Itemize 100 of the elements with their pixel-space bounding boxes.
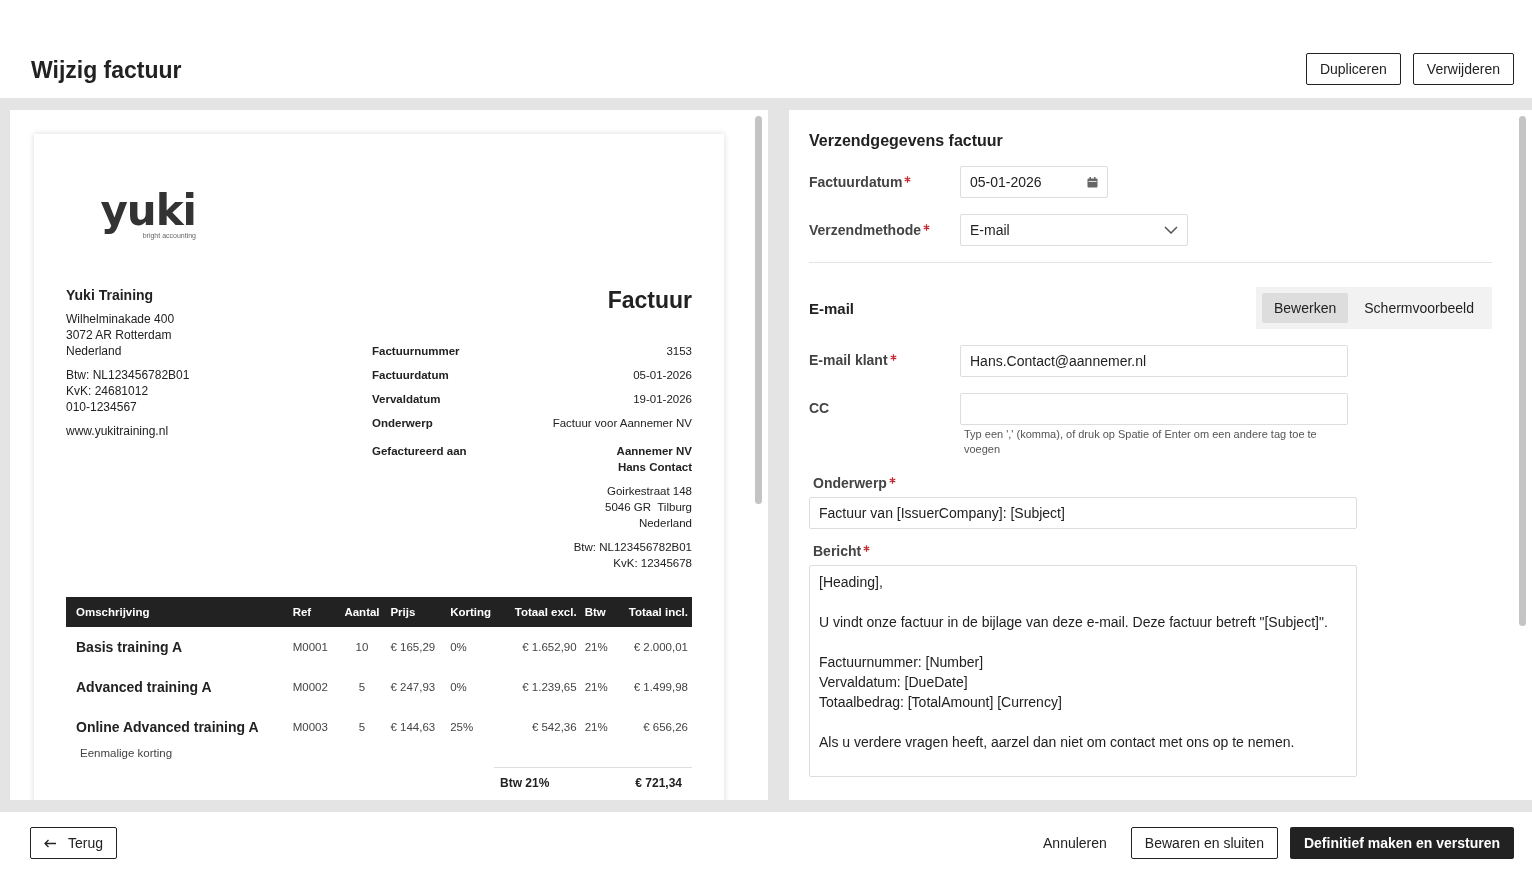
message-line: Vervaldatum: [DueDate] [819, 673, 969, 692]
table-cell-text: € 144,63 [389, 720, 437, 735]
table-cell: € 165,29 [386, 627, 447, 667]
tab[interactable]: Bewerken [1262, 293, 1349, 323]
total-label: Btw 21% [500, 776, 550, 790]
table-cell: M0001 [288, 627, 338, 667]
header-button[interactable]: Dupliceren [1305, 53, 1401, 85]
required-icon [889, 354, 897, 361]
meta-value: 3153 [666, 344, 692, 359]
input-field[interactable] [960, 393, 1348, 425]
table-cell-text: M0002 [291, 680, 329, 695]
required-icon [923, 224, 931, 231]
input-field[interactable]: Hans.Contact@aannemer.nl [960, 345, 1348, 377]
meta-label: Factuurdatum [372, 368, 449, 383]
meta-label: Factuurnummer [372, 344, 460, 359]
field-label: Factuurdatum [809, 174, 960, 190]
chevron-down-icon [1164, 226, 1178, 234]
message-field[interactable] [809, 565, 1357, 777]
cancel-button[interactable]: Annuleren [1031, 835, 1119, 851]
finalize-send-button[interactable]: Definitief maken en versturen [1289, 827, 1514, 859]
total-value: € 721,34 [635, 776, 682, 790]
column-header: Ref [288, 597, 338, 627]
table-cell-text: 21% [583, 720, 609, 735]
recipient-name: Hans Contact [616, 460, 692, 475]
recipient-address-line: 5046 GR Tilburg [604, 500, 692, 515]
table-cell: 0% [446, 627, 502, 667]
section-title: Verzendgegevens factuur [809, 132, 1004, 150]
column-header: Omschrijving [66, 597, 289, 627]
table-cell-text: € 1.239,65 [521, 680, 578, 695]
date-field[interactable]: 05-01-2026 [960, 166, 1108, 198]
message-line: Als u verdere vragen heeft, aarzel dan niet om contact met ons op te nemen. [819, 733, 1296, 752]
message-line: [Heading], [819, 573, 884, 592]
save-close-button[interactable]: Bewaren en sluiten [1130, 827, 1278, 859]
scrollbar[interactable] [755, 116, 762, 504]
table-cell: Basis training A [66, 627, 289, 667]
table-cell-text: € 656,26 [642, 720, 689, 735]
sender-address-line: Wilhelminakade 400 [66, 311, 176, 327]
column-header: Totaal excl. [501, 597, 581, 627]
sender-address-line: 3072 AR Rotterdam [66, 327, 173, 343]
sender-id-line: Btw: NL123456782B01 [66, 367, 191, 383]
recipient-name: Aannemer NV [615, 444, 692, 459]
message-line: Totaalbedrag: [TotalAmount] [Currency] [819, 693, 1063, 712]
table-cell-text: € 1.499,98 [632, 680, 689, 695]
scrollbar[interactable] [1519, 116, 1526, 626]
meta-value: Factuur voor Aannemer NV [552, 416, 692, 431]
table-cell: € 1.652,90 [501, 627, 581, 667]
table-cell-text: € 247,93 [389, 680, 437, 695]
input-field[interactable]: Factuur van [IssuerCompany]: [Subject] [809, 497, 1357, 529]
required-icon [904, 176, 912, 183]
table-cell-text: 21% [583, 680, 609, 695]
calendar-icon [1087, 176, 1098, 188]
table-cell-text: Advanced training A [75, 678, 213, 697]
table-cell: 10 [337, 627, 387, 667]
page-title: Wijzig factuur [31, 57, 182, 84]
line-note: Eenmalige korting [80, 747, 173, 759]
invoice-title: Factuur [606, 287, 692, 314]
recipient-id-line: Btw: NL123456782B01 [573, 540, 692, 555]
field-label: E-mail klant [809, 345, 960, 368]
column-header: Aantal [337, 597, 387, 627]
sender-address-line: Nederland [66, 343, 123, 359]
field-label: Verzendmethode [809, 222, 960, 238]
meta-value: 19-01-2026 [633, 392, 692, 407]
back-button[interactable]: Terug [30, 827, 118, 859]
meta-label: Gefactureerd aan [372, 444, 467, 459]
table-cell-text: € 542,36 [530, 720, 578, 735]
header-button[interactable]: Verwijderen [1412, 53, 1514, 85]
table-cell-text: 0% [449, 680, 468, 695]
recipient-address-line: Nederland [637, 516, 692, 531]
column-header: Totaal incl. [615, 597, 692, 627]
field-label: Onderwerp [809, 475, 1357, 491]
meta-value: 05-01-2026 [633, 368, 692, 383]
recipient-address-line: Goirkestraat 148 [606, 484, 692, 499]
required-icon [863, 545, 871, 552]
sender-id-line: 010-1234567 [66, 399, 138, 415]
dropdown[interactable]: E-mail [960, 214, 1188, 246]
field-label: CC [809, 399, 831, 416]
table-cell: € 2.000,01 [615, 627, 692, 667]
section-title: E-mail [809, 299, 854, 317]
required-icon [888, 477, 896, 484]
meta-label: Onderwerp [372, 416, 433, 431]
arrow-left-icon [44, 838, 56, 848]
field-label: Bericht [809, 543, 1357, 559]
sender-website: www.yukitraining.nl [66, 423, 170, 439]
recipient-id-line: KvK: 12345678 [612, 556, 692, 571]
logo-wordmark: yuki [100, 190, 196, 232]
sender-name: Yuki Training [66, 287, 155, 303]
table-cell-text: 5 [357, 680, 367, 695]
table-cell-text: M0003 [291, 720, 329, 735]
table-cell-text: 25% [449, 720, 475, 735]
meta-label: Vervaldatum [372, 392, 441, 407]
sender-id-line: KvK: 24681012 [66, 383, 150, 399]
message-line: U vindt onze factuur in de bijlage van deze e-mail. Deze factuur betreft "[Subject]". [819, 613, 1329, 632]
column-header: Btw [580, 597, 616, 627]
tab[interactable]: Schermvoorbeeld [1352, 293, 1486, 323]
table-cell-text: Online Advanced training A [75, 718, 260, 737]
table-cell: 21% [580, 627, 616, 667]
column-header: Korting [446, 597, 502, 627]
column-header: Prijs [386, 597, 447, 627]
table-cell-text: 5 [357, 720, 367, 735]
message-line: Factuurnummer: [Number] [819, 653, 985, 672]
